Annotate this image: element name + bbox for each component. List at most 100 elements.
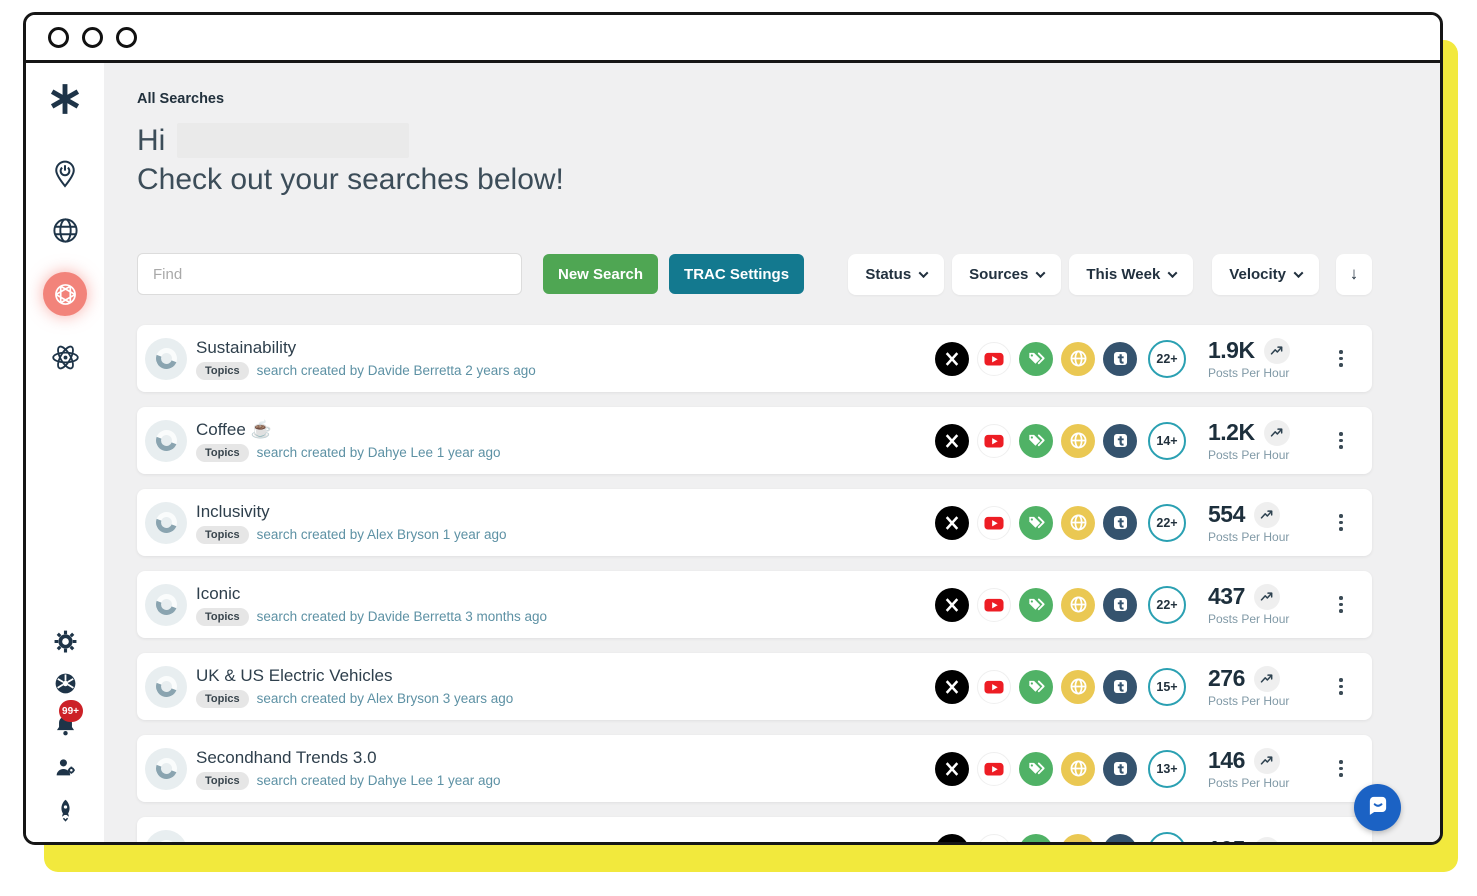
web-globe-icon [1061,342,1095,376]
trending-up-icon[interactable] [1254,837,1280,846]
filter-timerange[interactable]: This Week [1069,254,1193,295]
search-row[interactable]: Iconic Topics search created by Davide B… [137,571,1372,638]
more-sources-badge[interactable]: 15+ [1148,668,1186,706]
hotspot-pin-icon[interactable] [50,159,80,189]
search-avatar-spinner [145,666,187,708]
user-admin-icon[interactable] [53,755,78,780]
globe-wireframe-icon[interactable] [50,215,81,246]
stat-value: 105 [1208,836,1245,845]
trending-up-icon[interactable] [1254,666,1280,692]
stat-unit: Posts Per Hour [1208,448,1328,462]
chat-launcher-button[interactable] [1354,784,1401,831]
tags-icon [1019,670,1053,704]
traffic-light-3[interactable] [116,27,137,48]
posts-per-hour-stat: 146 Posts Per Hour [1208,747,1328,790]
row-menu-button[interactable] [1332,508,1350,537]
new-search-button[interactable]: New Search [543,254,658,294]
web-globe-icon [1061,424,1095,458]
search-row[interactable]: Secondhand Trends 3.0 Topics search crea… [137,735,1372,802]
more-sources-badge[interactable]: 22+ [1148,340,1186,378]
tumblr-icon [1103,342,1137,376]
chevron-down-icon [919,268,929,278]
notifications-bell-icon[interactable]: 99+ [53,713,78,738]
search-row[interactable]: Sustainability Topics search created by … [137,325,1372,392]
traffic-light-1[interactable] [48,27,69,48]
row-menu-button[interactable] [1332,836,1350,845]
rocket-icon[interactable] [53,797,78,822]
row-menu-button[interactable] [1332,672,1350,701]
search-meta: search created by Davide Berretta 3 mont… [257,609,547,624]
stat-value: 554 [1208,501,1245,528]
tumblr-icon [1103,506,1137,540]
trending-up-icon[interactable] [1254,584,1280,610]
chevron-down-icon [1294,268,1304,278]
filter-status[interactable]: Status [848,254,944,295]
more-sources-badge[interactable]: 13+ [1148,750,1186,788]
chat-bubble-icon [1365,792,1391,823]
search-avatar-spinner [145,584,187,626]
search-row[interactable]: Inclusivity Topics search created by Ale… [137,489,1372,556]
trending-up-icon[interactable] [1264,420,1290,446]
x-twitter-icon [935,424,969,458]
filter-sources[interactable]: Sources [952,254,1061,295]
tags-icon [1019,342,1053,376]
window-titlebar [26,15,1440,63]
row-menu-button[interactable] [1332,344,1350,373]
row-menu-button[interactable] [1332,426,1350,455]
more-sources-badge[interactable]: 22+ [1148,586,1186,624]
web-globe-icon [1061,670,1095,704]
atom-icon[interactable] [50,342,81,373]
topics-badge: Topics [196,526,249,544]
tags-icon [1019,588,1053,622]
source-icons: 22+ [935,504,1186,542]
trending-up-icon[interactable] [1264,338,1290,364]
more-sources-badge[interactable]: 22+ [1148,504,1186,542]
search-title[interactable]: Coffee ☕ [196,420,501,440]
web-globe-icon [1061,834,1095,846]
web-globe-icon [1061,752,1095,786]
search-title[interactable]: Iconic [196,584,547,604]
posts-per-hour-stat: 105 [1208,836,1328,845]
posts-per-hour-stat: 276 Posts Per Hour [1208,665,1328,708]
tumblr-icon [1103,588,1137,622]
aperture-icon-active[interactable] [43,272,87,316]
topics-badge: Topics [196,362,249,380]
find-input[interactable] [137,253,522,295]
search-title[interactable]: Sustainability [196,338,536,358]
search-row[interactable]: Coffee ☕ Topics search created by Dahye … [137,407,1372,474]
tags-icon [1019,834,1053,846]
main-content: All Searches Hi Check out your searches … [104,63,1440,842]
posts-per-hour-stat: 437 Posts Per Hour [1208,583,1328,626]
row-menu-button[interactable] [1332,754,1350,783]
filter-velocity[interactable]: Velocity [1212,254,1319,295]
search-title[interactable]: UK & US Electric Vehicles [196,666,513,686]
youtube-icon [977,752,1011,786]
search-row[interactable]: Virtual/Digital Fashion [137,817,1372,845]
traffic-light-2[interactable] [82,27,103,48]
trending-up-icon[interactable] [1254,502,1280,528]
trending-up-icon[interactable] [1254,748,1280,774]
sort-direction-button[interactable]: ↓ [1336,254,1372,295]
search-title[interactable]: Virtual/Digital Fashion [196,839,361,846]
search-title[interactable]: Inclusivity [196,502,507,522]
more-sources-badge[interactable] [1148,832,1186,846]
x-twitter-icon [935,506,969,540]
stat-value: 146 [1208,747,1245,774]
chevron-down-icon [1168,268,1178,278]
settings-gear-icon[interactable] [53,629,78,654]
asterisk-logo-icon[interactable] [47,81,83,117]
sidebar-footer: 99+ [53,629,78,822]
more-sources-badge[interactable]: 14+ [1148,422,1186,460]
x-twitter-icon [935,342,969,376]
trac-settings-button[interactable]: TRAC Settings [669,254,804,294]
browser-window: 99+ [23,12,1443,845]
search-row[interactable]: UK & US Electric Vehicles Topics search … [137,653,1372,720]
search-meta: search created by Dahye Lee 1 year ago [257,445,501,460]
x-twitter-icon [935,834,969,846]
ball-help-icon[interactable] [53,671,78,696]
search-title[interactable]: Secondhand Trends 3.0 [196,748,501,768]
greeting-subtitle: Check out your searches below! [137,163,1372,197]
stat-value: 437 [1208,583,1245,610]
row-menu-button[interactable] [1332,590,1350,619]
search-meta: search created by Dahye Lee 1 year ago [257,773,501,788]
